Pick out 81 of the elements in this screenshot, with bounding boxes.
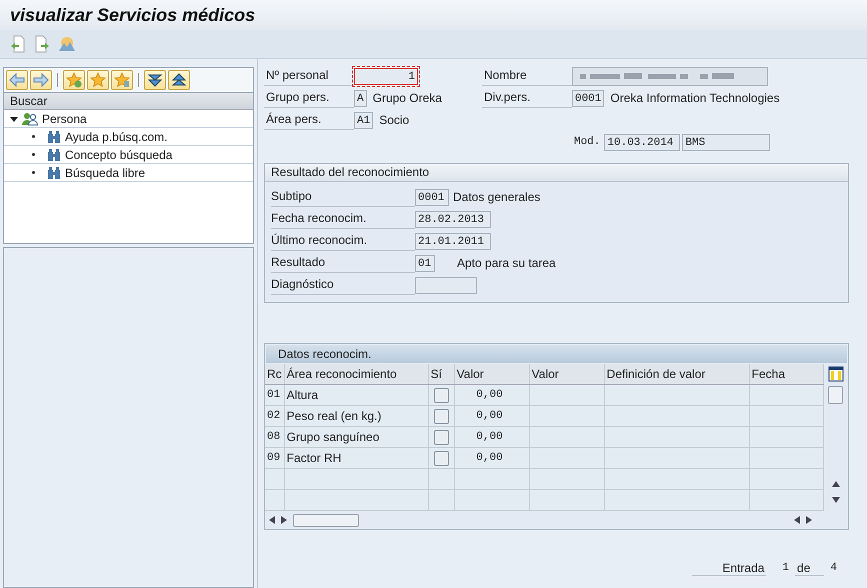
field-text: Socio: [379, 113, 410, 127]
scroll-up-icon[interactable]: [832, 481, 840, 487]
scroll-right-icon[interactable]: [806, 516, 812, 524]
expand-all-button[interactable]: [144, 70, 166, 90]
table-cell: Altura: [284, 384, 428, 406]
binoculars-icon: [47, 148, 61, 162]
field-label: Nombre: [482, 66, 572, 86]
binoculars-icon: [47, 166, 61, 180]
entry-label: Entrada: [692, 560, 766, 576]
table-title: Datos reconocim.: [266, 345, 847, 363]
input-field[interactable]: [415, 276, 477, 294]
table-cell: 02: [265, 406, 284, 426]
field-label: Div.pers.: [482, 88, 572, 108]
date-field[interactable]: 10.03.2014: [604, 134, 680, 150]
column-settings-icon[interactable]: [828, 366, 844, 382]
checkbox[interactable]: [434, 430, 449, 444]
column-header[interactable]: Área reconocimiento: [284, 364, 428, 384]
table-cell: 01: [265, 384, 284, 406]
column-header[interactable]: Valor: [454, 364, 530, 384]
table-cell: Factor RH: [284, 448, 428, 468]
next-page-icon[interactable]: [34, 35, 50, 53]
binoculars-icon: [47, 130, 61, 144]
checkbox[interactable]: [434, 450, 449, 466]
tree-item[interactable]: Ayuda p.búsq.com.: [4, 128, 253, 146]
input-field[interactable]: 01: [415, 254, 435, 272]
scroll-right-icon[interactable]: [281, 516, 287, 524]
back-button[interactable]: [6, 70, 28, 90]
collapse-all-button[interactable]: [168, 70, 190, 90]
scrollbar-thumb[interactable]: [293, 514, 359, 526]
tree-item[interactable]: Búsqueda libre: [4, 164, 253, 182]
table-cell: 08: [265, 426, 284, 448]
expand-arrow-icon[interactable]: [10, 114, 18, 122]
window-title: visualizar Servicios médicos: [10, 4, 256, 26]
column-header[interactable]: Sí: [428, 364, 454, 384]
input-field[interactable]: A: [354, 90, 367, 106]
input-field[interactable]: 21.01.2011: [415, 232, 491, 250]
field-label: Mod.: [572, 134, 602, 150]
field-text: Oreka Information Technologies: [610, 91, 780, 105]
checkbox[interactable]: [434, 388, 449, 402]
scroll-down-icon[interactable]: [832, 497, 840, 503]
favorite-button[interactable]: [87, 70, 109, 90]
people-icon: [22, 112, 38, 126]
checkbox[interactable]: [434, 408, 449, 424]
scroll-left-icon[interactable]: [269, 516, 275, 524]
forward-button[interactable]: [30, 70, 52, 90]
column-header[interactable]: Valor: [529, 364, 604, 384]
table-cell: 09: [265, 448, 284, 468]
table-cell: Peso real (en kg.): [284, 406, 428, 426]
current-entry: 1: [782, 562, 790, 574]
user-field[interactable]: BMS: [682, 134, 770, 150]
table-cell: 0,00: [454, 406, 530, 426]
scrollbar-thumb[interactable]: [828, 386, 844, 404]
input-field[interactable]: 1: [354, 68, 418, 84]
scroll-left-icon[interactable]: [794, 516, 800, 524]
bullet-icon: [32, 171, 35, 174]
column-header: Buscar: [4, 93, 253, 110]
tree-item[interactable]: Concepto búsqueda: [4, 146, 253, 164]
tree-item[interactable]: Persona: [4, 110, 253, 128]
input-field[interactable]: 0001: [415, 188, 449, 206]
field-text: Grupo Oreka: [372, 91, 442, 105]
column-header[interactable]: Fecha: [749, 364, 824, 384]
mountain-icon[interactable]: [58, 36, 76, 52]
column-header[interactable]: Definición de valor: [604, 364, 750, 384]
of-label: de: [795, 560, 824, 576]
column-header[interactable]: Rc: [265, 364, 284, 384]
input-field[interactable]: 28.02.2013: [415, 210, 491, 228]
table-cell: 0,00: [454, 426, 530, 448]
group-title: Resultado del reconocimiento: [265, 164, 848, 182]
add-favorite-button[interactable]: [63, 70, 85, 90]
table-cell: 0,00: [454, 384, 530, 406]
input-field[interactable]: 0001: [572, 90, 604, 106]
table-cell: 0,00: [454, 448, 530, 468]
field-text: Apto para su tarea: [457, 256, 556, 270]
table-cell: Grupo sanguíneo: [284, 426, 428, 448]
bullet-icon: [32, 135, 35, 138]
delete-favorite-button[interactable]: [111, 70, 133, 90]
entry-total: 4: [830, 562, 837, 574]
bullet-icon: [32, 153, 35, 156]
previous-page-icon[interactable]: [10, 35, 26, 53]
field-text: Datos generales: [453, 190, 540, 204]
input-field[interactable]: A1: [354, 112, 374, 128]
